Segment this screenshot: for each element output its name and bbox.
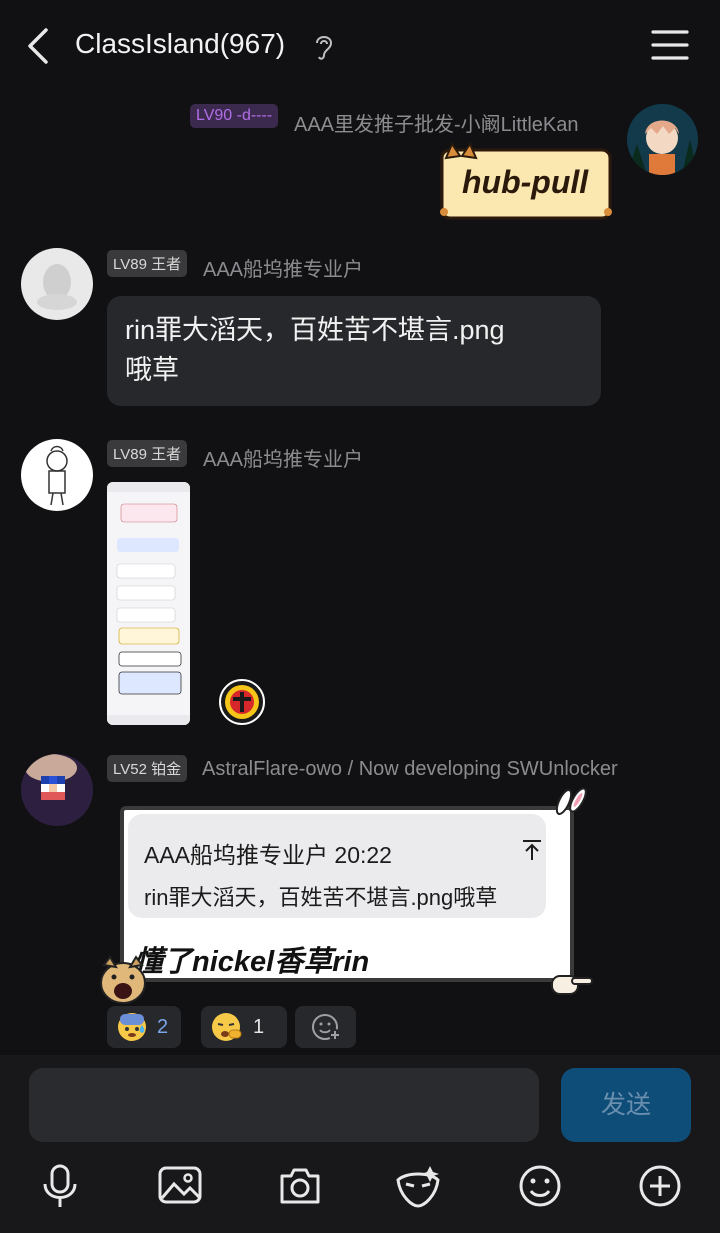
sketch-avatar-icon <box>46 445 68 506</box>
level-badge: LV89 王者 <box>107 250 188 277</box>
chat-title[interactable]: ClassIsland(967) <box>75 28 285 60</box>
message-4-header: LV52 铂金 AstralFlare-owo / Now developing… <box>107 755 687 785</box>
add-emoji-icon <box>311 1014 341 1041</box>
image-thumbnail[interactable] <box>107 482 190 725</box>
screenshot-thumbnail-icon <box>107 482 190 725</box>
reaction-count: 1 <box>253 1015 265 1038</box>
image-icon[interactable] <box>154 1160 206 1212</box>
yawning-face-emoji-icon <box>212 1013 242 1041</box>
reply-bubble[interactable]: AAA船坞推专业户 20:22 rin罪大滔天，百姓苦不堪言.png哦草 懂了n… <box>120 806 574 982</box>
level-badge: LV52 铂金 <box>107 755 188 782</box>
quote-header: AAA船坞推专业户 20:22 <box>144 842 392 868</box>
message-2-header: LV89 王者 AAA船坞推专业户 <box>107 250 507 281</box>
sender-name: AAA里发推子批发-小阚LittleKan <box>294 114 579 136</box>
message-text-line: rin罪大滔天，百姓苦不堪言.png <box>125 315 505 345</box>
chat-header: ClassIsland(967) <box>0 0 720 90</box>
sticker-hub-pull[interactable]: hub-pull <box>438 142 618 222</box>
microphone-icon[interactable] <box>34 1160 86 1212</box>
back-arrow-icon[interactable] <box>22 24 58 68</box>
pointing-hand-decoration-icon <box>548 966 594 1000</box>
sticker-text: hub-pull <box>462 164 589 200</box>
emoji-icon[interactable] <box>514 1160 566 1212</box>
quoted-message[interactable]: AAA船坞推专业户 20:22 rin罪大滔天，百姓苦不堪言.png哦草 <box>128 814 546 918</box>
message-text-line: 哦草 <box>125 355 179 385</box>
level-badge: LV90 -d---- <box>190 104 279 128</box>
message-input[interactable] <box>29 1068 539 1142</box>
level-badge: LV89 王者 <box>107 440 188 467</box>
add-reaction-button[interactable] <box>295 1006 356 1048</box>
quote-text: rin罪大滔天，百姓苦不堪言.png哦草 <box>144 885 498 910</box>
sender-name: AAA船坞推专业户 <box>203 259 364 281</box>
reaction-chip[interactable]: 1 <box>201 1006 287 1048</box>
ear-icon <box>316 36 333 60</box>
reply-text: 懂了nickel香草rin <box>134 946 370 978</box>
plus-icon[interactable] <box>634 1160 686 1212</box>
jump-to-top-icon[interactable] <box>520 838 544 862</box>
avatar[interactable] <box>21 754 93 826</box>
avatar[interactable] <box>627 104 698 175</box>
pixel-avatar-icon <box>21 754 93 826</box>
avatar[interactable] <box>21 248 93 320</box>
message-bubble[interactable]: rin罪大滔天，百姓苦不堪言.png 哦草 <box>107 296 601 406</box>
avatar[interactable] <box>21 439 93 511</box>
sticker-mask-icon[interactable] <box>392 1160 444 1212</box>
anxious-face-emoji-icon <box>118 1013 146 1041</box>
send-button[interactable]: 发送 <box>561 1068 691 1142</box>
sender-name: AstralFlare-owo / Now developing SWUnloc… <box>202 758 618 780</box>
message-1: LV90 -d---- AAA里发推子批发-小阚LittleKan <box>190 104 610 136</box>
default-penguin-avatar-icon <box>37 264 77 310</box>
message-3-header: LV89 王者 AAA船坞推专业户 <box>107 440 507 471</box>
reaction-count: 2 <box>157 1015 169 1038</box>
reaction-chip[interactable]: 2 <box>107 1006 181 1048</box>
camera-icon[interactable] <box>274 1160 326 1212</box>
duang-emoji-icon <box>218 678 266 726</box>
bunny-ears-decoration-icon <box>550 786 592 818</box>
sender-name: AAA船坞推专业户 <box>203 449 364 471</box>
menu-icon[interactable] <box>650 28 690 62</box>
dog-sticker-icon <box>96 955 150 1007</box>
avatar-anime-icon <box>627 104 698 175</box>
